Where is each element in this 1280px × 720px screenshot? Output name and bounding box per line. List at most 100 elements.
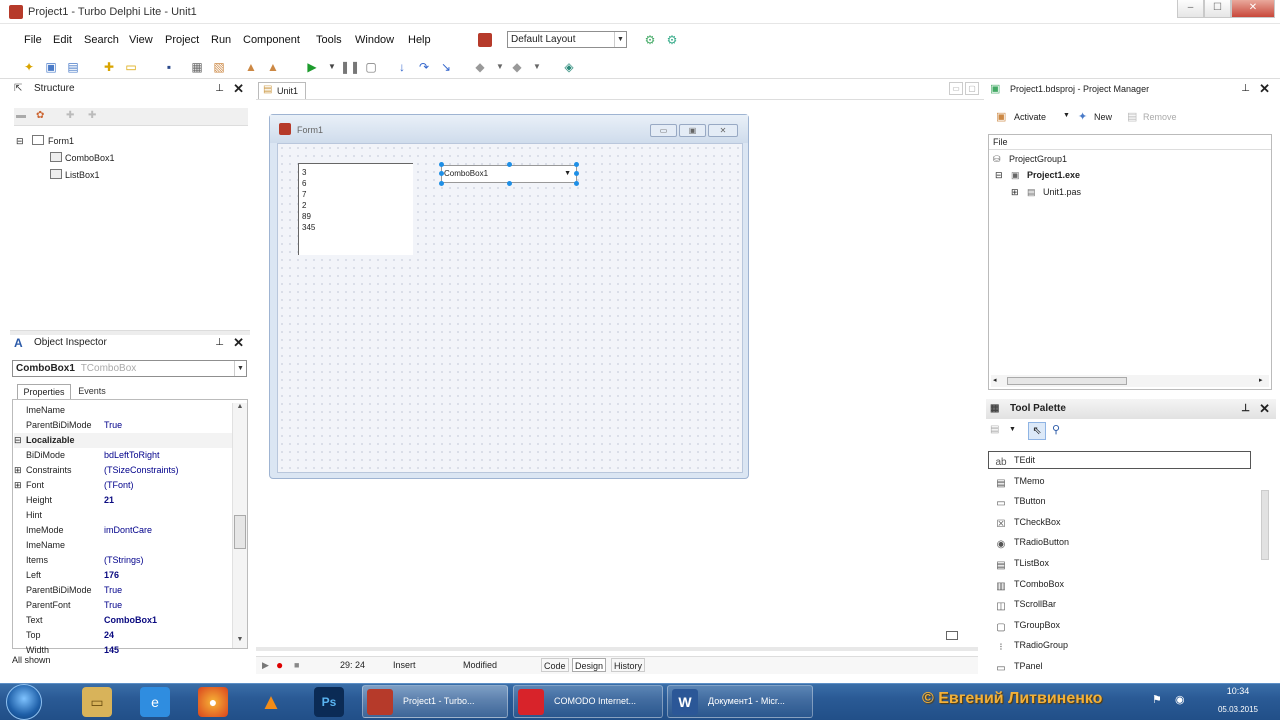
tab-properties[interactable]: Properties xyxy=(17,384,71,399)
close-icon[interactable]: ✕ xyxy=(1259,79,1270,99)
property-category[interactable]: ⊟ Localizable xyxy=(14,433,232,448)
close-button[interactable]: ✕ xyxy=(1231,0,1275,18)
start-button[interactable] xyxy=(6,684,42,720)
explorer-icon[interactable]: ▭ xyxy=(82,687,112,717)
vlc-icon[interactable]: ▲ xyxy=(256,687,286,717)
volume-icon[interactable]: ◉ xyxy=(1175,693,1185,706)
property-scrollbar[interactable]: ▲ ▼ xyxy=(232,403,247,648)
tree-item-form1[interactable]: Form1 xyxy=(48,135,74,148)
tab-history[interactable]: History xyxy=(611,658,646,672)
filter-icon[interactable]: ⚲ xyxy=(1052,423,1060,436)
macro-stop-icon[interactable]: ■ xyxy=(294,658,299,672)
tree-item-combobox1[interactable]: ComboBox1 xyxy=(65,152,115,165)
save-icon[interactable]: ▪ xyxy=(160,57,178,77)
property-value[interactable]: 21 xyxy=(104,493,114,508)
property-row[interactable]: Text ComboBox1 xyxy=(14,613,232,628)
tree-toggle-icon[interactable]: ⊟ xyxy=(16,135,24,148)
property-row[interactable]: Top 24 xyxy=(14,628,232,643)
forward-icon[interactable]: ◆ xyxy=(508,57,526,77)
layout-combo[interactable]: Default Layout ▼ xyxy=(507,31,627,48)
menu-run[interactable]: Run xyxy=(211,34,231,46)
property-value[interactable]: True xyxy=(104,598,122,613)
menu-project[interactable]: Project xyxy=(165,34,199,46)
resize-handle[interactable] xyxy=(439,181,444,186)
scroll-thumb[interactable] xyxy=(1007,377,1127,385)
scroll-right-icon[interactable]: ▸ xyxy=(1259,376,1263,384)
clock-time[interactable]: 10:34 xyxy=(1198,686,1278,696)
collapse-icon[interactable]: ⊟ xyxy=(14,433,22,448)
photoshop-icon[interactable]: Ps xyxy=(314,687,344,717)
menu-view[interactable]: View xyxy=(129,34,153,46)
listbox-item[interactable]: 345 xyxy=(302,223,315,232)
scroll-down-icon[interactable]: ▼ xyxy=(234,636,246,643)
menu-file[interactable]: File xyxy=(24,34,42,46)
macro-play-icon[interactable]: ▶ xyxy=(262,658,269,672)
task-comodo[interactable]: COMODO Internet... xyxy=(513,685,663,718)
stop-icon[interactable]: ▢ xyxy=(362,57,380,77)
property-value[interactable]: (TFont) xyxy=(104,478,134,493)
property-row[interactable]: Left 176 xyxy=(14,568,232,583)
property-value[interactable]: 24 xyxy=(104,628,114,643)
palette-item[interactable]: ◫ TScrollBar xyxy=(988,594,1258,614)
task-word[interactable]: W Документ1 - Micr... xyxy=(667,685,813,718)
palette-item[interactable]: ▭ TButton xyxy=(988,491,1258,511)
save-desktop-icon[interactable]: ⚙ xyxy=(641,30,659,50)
maximize-button[interactable]: ☐ xyxy=(1204,0,1231,18)
remove-file-icon[interactable]: ▲ xyxy=(264,57,282,77)
property-row[interactable]: ⊞ Font (TFont) xyxy=(14,478,232,493)
property-row[interactable]: Height 21 xyxy=(14,493,232,508)
tab-events[interactable]: Events xyxy=(72,385,112,399)
property-row[interactable]: ImeName xyxy=(14,538,232,553)
pin-icon[interactable]: ⊥ xyxy=(1241,79,1250,99)
new-icon[interactable]: ✦ xyxy=(1078,110,1087,123)
activate-icon[interactable]: ▣ xyxy=(996,110,1006,123)
property-value[interactable]: (TSizeConstraints) xyxy=(104,463,179,478)
property-value[interactable]: (TStrings) xyxy=(104,553,144,568)
save-all-icon[interactable]: ▤ xyxy=(64,57,82,77)
ie-icon[interactable]: e xyxy=(140,687,170,717)
listbox1[interactable]: 3 6 7 2 89 345 xyxy=(298,163,413,255)
form-maximize-button[interactable]: ▣ xyxy=(679,124,706,137)
property-row[interactable]: ImeName xyxy=(14,403,232,418)
trace-into-icon[interactable]: ↓ xyxy=(393,57,411,77)
form-close-button[interactable]: ✕ xyxy=(708,124,738,137)
forward-dropdown-icon[interactable]: ▼ xyxy=(528,57,546,77)
object-selector[interactable]: ComboBox1 TComboBox ▼ xyxy=(12,360,247,377)
menu-help[interactable]: Help xyxy=(408,34,431,46)
listbox-item[interactable]: 3 xyxy=(302,168,306,177)
menu-edit[interactable]: Edit xyxy=(53,34,72,46)
chevron-down-icon[interactable]: ▼ xyxy=(234,361,246,376)
pin-icon[interactable]: ⊥ xyxy=(215,79,224,99)
pause-icon[interactable]: ❚❚ xyxy=(340,57,360,77)
scroll-thumb[interactable] xyxy=(234,515,246,549)
resize-handle[interactable] xyxy=(507,162,512,167)
palette-item[interactable]: ▥ TComboBox xyxy=(988,574,1258,594)
menu-window[interactable]: Window xyxy=(355,34,394,46)
resize-handle[interactable] xyxy=(574,181,579,186)
expand-icon[interactable]: ⊞ xyxy=(14,478,22,493)
macro-record-icon[interactable]: ● xyxy=(276,658,283,672)
close-icon[interactable]: ✕ xyxy=(233,333,244,353)
file-column-header[interactable]: File xyxy=(993,137,1008,147)
help-contents-icon[interactable]: ◈ xyxy=(560,57,578,77)
palette-item[interactable]: ▤ TMemo xyxy=(988,471,1258,491)
resize-handle[interactable] xyxy=(574,162,579,167)
resize-handle[interactable] xyxy=(439,171,444,176)
pointer-icon[interactable]: ⇖ xyxy=(1028,422,1046,440)
categories-dropdown-icon[interactable]: ▼ xyxy=(1009,426,1016,433)
menu-search[interactable]: Search xyxy=(84,34,119,46)
property-value[interactable]: ComboBox1 xyxy=(104,613,157,628)
property-row[interactable]: ImeMode imDontCare xyxy=(14,523,232,538)
tab-code[interactable]: Code xyxy=(541,658,569,672)
unit-file-item[interactable]: Unit1.pas xyxy=(1043,187,1081,197)
project-group-item[interactable]: ProjectGroup1 xyxy=(1009,154,1067,164)
menu-tools[interactable]: Tools xyxy=(316,34,342,46)
palette-scroll-thumb[interactable] xyxy=(1261,490,1269,560)
property-value[interactable]: 176 xyxy=(104,568,119,583)
palette-item[interactable]: ▤ TListBox xyxy=(988,553,1258,573)
listbox-item[interactable]: 2 xyxy=(302,201,306,210)
add-file-icon[interactable]: ▲ xyxy=(242,57,260,77)
property-value[interactable]: True xyxy=(104,418,122,433)
remove-icon[interactable]: ▤ xyxy=(1127,110,1137,123)
property-row[interactable]: Hint xyxy=(14,508,232,523)
